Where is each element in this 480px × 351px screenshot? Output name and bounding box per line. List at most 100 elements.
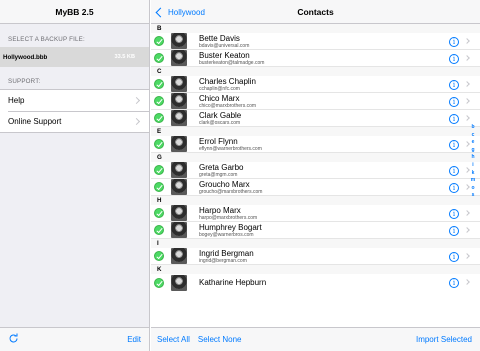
checkmark-icon[interactable]	[154, 208, 164, 218]
refresh-icon[interactable]	[8, 331, 19, 349]
backup-file-row[interactable]: Hollywood.bbb 33.5 KB	[0, 47, 149, 67]
contact-row[interactable]: Buster Keaton busterkeaton@talmadge.com i	[151, 50, 480, 67]
avatar	[171, 50, 187, 66]
contact-text: Bette Davis bdavis@universal.com	[199, 34, 249, 49]
section-header: E	[151, 127, 480, 136]
info-icon[interactable]: i	[449, 113, 459, 124]
sidebar-navbar: MyBB 2.5	[0, 0, 149, 24]
contact-text: Groucho Marx groucho@marxbrothers.com	[199, 180, 262, 195]
chevron-right-icon	[464, 115, 470, 121]
contact-text: Buster Keaton busterkeaton@talmadge.com	[199, 51, 264, 66]
checkmark-icon[interactable]	[154, 113, 164, 123]
checkmark-icon[interactable]	[154, 165, 164, 175]
checkmark-icon[interactable]	[154, 182, 164, 192]
info-icon[interactable]: i	[449, 96, 459, 107]
chevron-right-icon	[464, 253, 470, 259]
backup-file-size: 33.5 KB	[114, 54, 135, 60]
contact-name: Humphrey Bogart	[199, 222, 262, 232]
index-letter[interactable]: c	[472, 132, 475, 140]
index-letter[interactable]: m	[471, 177, 475, 185]
contact-row[interactable]: Chico Marx chico@marxbrothers.com i	[151, 93, 480, 110]
contact-text: Chico Marx chico@marxbrothers.com	[199, 94, 256, 109]
contact-text: Katharine Hepburn	[199, 278, 266, 287]
contact-row[interactable]: Harpo Marx harpo@marxbrothers.com i	[151, 205, 480, 222]
checkmark-icon[interactable]	[154, 277, 164, 288]
chevron-right-icon	[464, 81, 470, 87]
index-letter[interactable]: h	[471, 154, 474, 162]
contact-email: groucho@marxbrothers.com	[199, 188, 263, 195]
contact-row[interactable]: Bette Davis bdavis@universal.com i	[151, 33, 480, 50]
contact-row[interactable]: Ingrid Bergman ingrid@bergman.com i	[151, 248, 480, 265]
contact-name: Harpo Marx	[199, 205, 241, 215]
info-icon[interactable]: i	[449, 53, 459, 64]
menu-item-online-support[interactable]: Online Support	[0, 111, 149, 132]
section-header: H	[151, 196, 480, 205]
info-icon[interactable]: i	[449, 36, 459, 47]
page-title: Contacts	[297, 6, 334, 17]
info-icon[interactable]: i	[449, 165, 459, 176]
chevron-right-icon	[464, 279, 470, 285]
checkmark-icon[interactable]	[154, 139, 164, 149]
index-letter[interactable]: b	[471, 124, 474, 132]
menu-item-label: Online Support	[8, 117, 62, 126]
avatar	[171, 93, 187, 109]
contact-email: cchaplin@nfc.com	[199, 85, 240, 92]
checkmark-icon[interactable]	[154, 225, 164, 235]
contact-list[interactable]: B Bette Davis bdavis@universal.com i Buster …	[151, 24, 480, 327]
section-index[interactable]: bceghikmos	[469, 124, 477, 200]
index-letter[interactable]: o	[471, 185, 474, 193]
contact-name: Buster Keaton	[199, 50, 250, 60]
info-icon[interactable]: i	[449, 225, 459, 236]
avatar	[171, 179, 187, 195]
select-all-button[interactable]: Select All	[157, 335, 190, 344]
avatar	[171, 136, 187, 152]
contact-text: Ingrid Bergman ingrid@bergman.com	[199, 249, 254, 264]
select-none-button[interactable]: Select None	[198, 335, 242, 344]
support-menu: Help Online Support	[0, 89, 149, 133]
contact-row[interactable]: Charles Chaplin cchaplin@nfc.com i	[151, 76, 480, 93]
contact-name: Clark Gable	[199, 110, 242, 120]
chevron-right-icon	[464, 98, 470, 104]
menu-item-label: Help	[8, 96, 25, 105]
index-letter[interactable]: g	[471, 147, 474, 155]
contact-row[interactable]: Clark Gable clark@oscars.com i	[151, 110, 480, 127]
info-icon[interactable]: i	[449, 277, 459, 288]
checkmark-icon[interactable]	[154, 53, 164, 63]
sidebar-toolbar: Edit	[0, 327, 149, 351]
section-header: G	[151, 153, 480, 162]
info-icon[interactable]: i	[449, 208, 459, 219]
contact-row[interactable]: Groucho Marx groucho@marxbrothers.com i	[151, 179, 480, 196]
import-selected-button[interactable]: Import Selected	[416, 335, 472, 344]
menu-item-help[interactable]: Help	[0, 90, 149, 111]
edit-button[interactable]: Edit	[127, 335, 141, 344]
info-icon[interactable]: i	[449, 251, 459, 262]
section-header: C	[151, 67, 480, 76]
section-header: I	[151, 239, 480, 248]
index-letter[interactable]: k	[472, 170, 475, 178]
contact-text: Clark Gable clark@oscars.com	[199, 111, 241, 126]
contact-row[interactable]: Humphrey Bogart bogey@warnerbros.com i	[151, 222, 480, 239]
contacts-toolbar: Select All Select None Import Selected	[151, 327, 480, 351]
contact-text: Charles Chaplin cchaplin@nfc.com	[199, 77, 256, 92]
info-icon[interactable]: i	[449, 79, 459, 90]
avatar	[171, 76, 187, 92]
contact-name: Bette Davis	[199, 33, 240, 43]
index-letter[interactable]: e	[472, 139, 475, 147]
contact-row[interactable]: Errol Flynn eflynn@warnerbrothers.com i	[151, 136, 480, 153]
contact-name: Ingrid Bergman	[199, 248, 254, 258]
contact-row[interactable]: Greta Garbo greta@mgm.com i	[151, 162, 480, 179]
checkmark-icon[interactable]	[154, 79, 164, 89]
avatar	[171, 248, 187, 264]
contact-name: Charles Chaplin	[199, 76, 256, 86]
checkmark-icon[interactable]	[154, 96, 164, 106]
contact-text: Errol Flynn eflynn@warnerbrothers.com	[199, 137, 262, 152]
info-icon[interactable]: i	[449, 139, 459, 150]
checkmark-icon[interactable]	[154, 251, 164, 261]
contact-text: Harpo Marx harpo@marxbrothers.com	[199, 206, 257, 221]
support-header: SUPPORT:	[8, 78, 41, 85]
info-icon[interactable]: i	[449, 182, 459, 193]
index-letter[interactable]: i	[472, 162, 473, 170]
index-letter[interactable]: s	[472, 192, 475, 200]
contact-row[interactable]: Katharine Hepburn i	[151, 274, 480, 291]
checkmark-icon[interactable]	[154, 36, 164, 46]
